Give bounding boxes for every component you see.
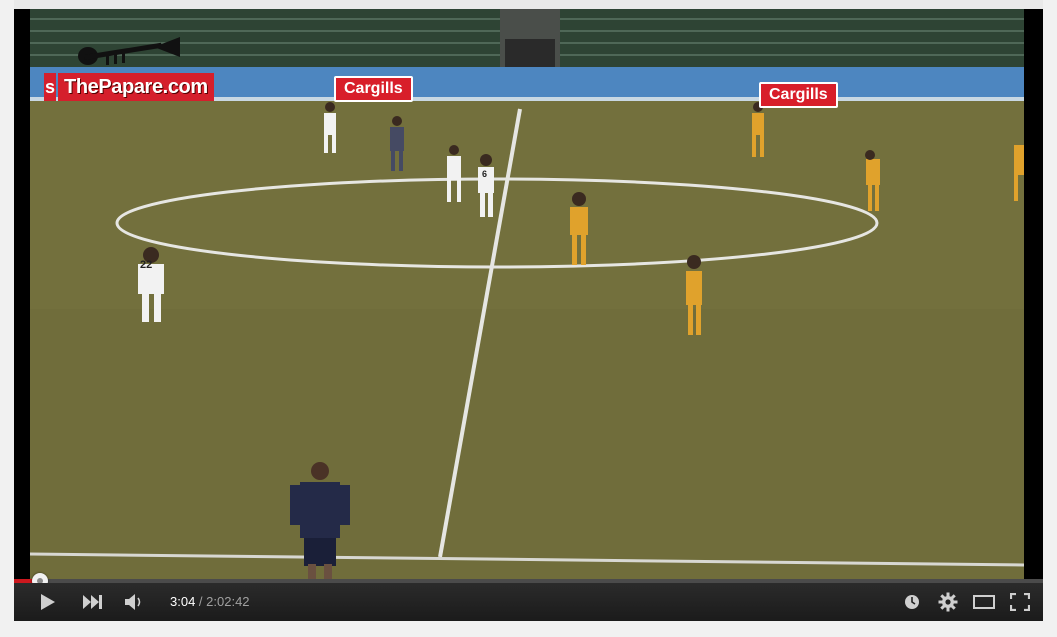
settings-button[interactable] — [934, 583, 962, 621]
ad-board-right: Cargills — [759, 82, 838, 108]
watermark-fragment: s — [44, 73, 56, 101]
watch-later-button[interactable] — [900, 583, 924, 621]
video-player: s ThePapare.com Cargills Cargills 22 6 3… — [14, 9, 1043, 621]
volume-button[interactable] — [120, 583, 150, 621]
jersey-number-22: 22 — [140, 259, 153, 271]
fullscreen-icon — [1010, 593, 1030, 611]
trumpet-logo-icon — [78, 37, 180, 65]
jersey-number-6: 6 — [482, 169, 488, 179]
time-separator: / — [195, 594, 207, 609]
time-display: 3:04 / 2:02:42 — [170, 583, 250, 621]
current-time: 3:04 — [170, 594, 196, 609]
video-frame[interactable]: s ThePapare.com Cargills Cargills 22 6 — [30, 9, 1024, 579]
page-margin-left — [0, 0, 14, 637]
clock-icon — [905, 595, 919, 609]
player-controls-bar: 3:04 / 2:02:42 — [14, 583, 1043, 621]
next-icon — [83, 595, 102, 609]
volume-icon — [125, 594, 141, 610]
ad-board-left: Cargills — [334, 76, 413, 102]
play-button[interactable] — [34, 583, 62, 621]
watermark-text: ThePapare.com — [58, 73, 214, 101]
channel-watermark: s ThePapare.com — [44, 37, 243, 101]
next-button[interactable] — [78, 583, 108, 621]
duration: 2:02:42 — [206, 594, 250, 609]
theater-mode-icon — [973, 595, 995, 609]
fullscreen-button[interactable] — [1006, 583, 1034, 621]
page-margin-right — [1043, 0, 1057, 637]
play-icon — [41, 594, 55, 610]
below-player-area — [14, 621, 1043, 637]
theater-mode-button[interactable] — [970, 583, 998, 621]
gear-icon — [938, 592, 958, 612]
